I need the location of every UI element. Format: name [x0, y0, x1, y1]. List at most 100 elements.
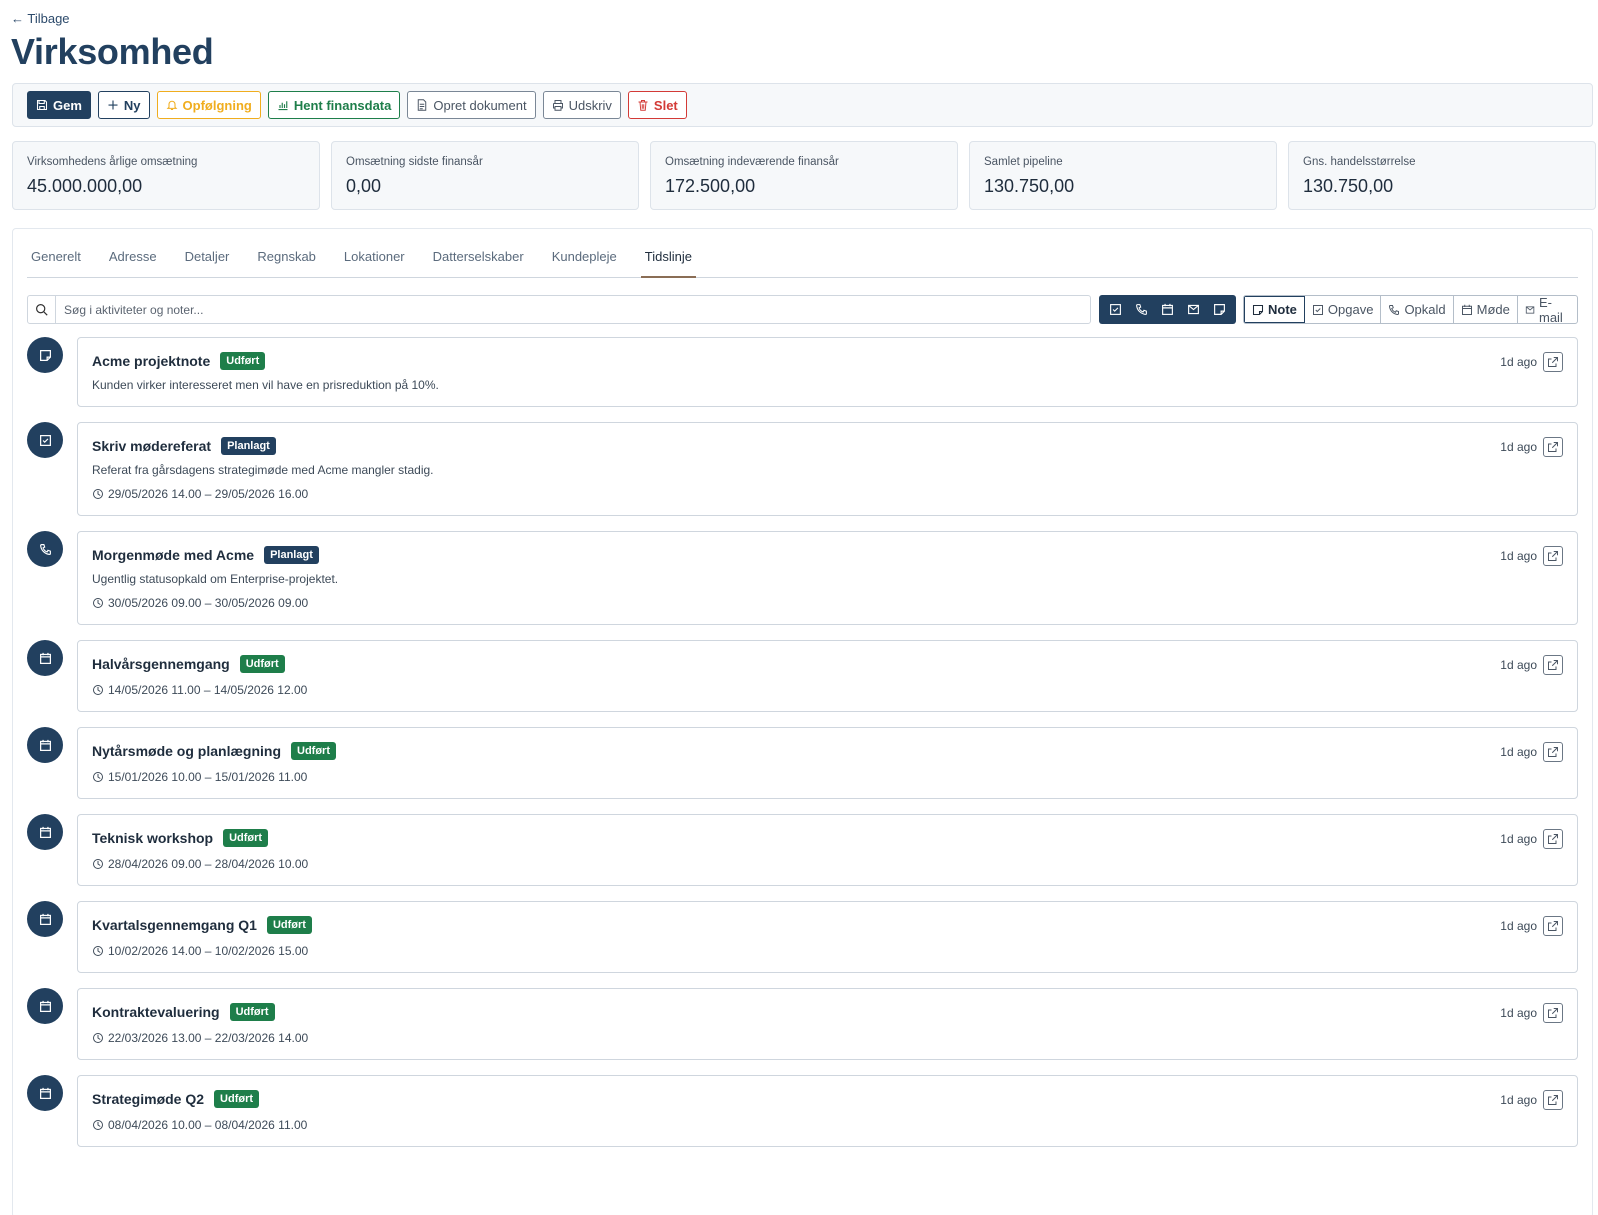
card-header: Acme projektnote Udført [92, 352, 1563, 370]
note-icon [1252, 304, 1264, 315]
tab-detaljer[interactable]: Detaljer [181, 249, 234, 278]
save-button[interactable]: Gem [27, 91, 91, 119]
delete-button[interactable]: Slet [627, 91, 687, 119]
card-time-range: 22/03/2026 13.00 – 22/03/2026 14.00 [108, 1031, 309, 1045]
new-button[interactable]: Ny [97, 91, 150, 119]
timeline-card[interactable]: Acme projektnote Udført Kunden virker inte… [77, 337, 1578, 407]
search-icon [28, 296, 56, 323]
card-header: Halvårsgennemgang Udført [92, 655, 1563, 673]
fetch-finance-button[interactable]: Hent finansdata [267, 91, 401, 119]
new-task-label: Opgave [1327, 302, 1374, 317]
clock-icon [93, 489, 103, 499]
timeline-card[interactable]: Strategimøde Q2 Udført 08/04/2026 10.00 – … [77, 1075, 1578, 1147]
timeline-card[interactable]: Skriv mødereferat Planlagt Referat fra går… [77, 422, 1578, 516]
calendar-icon [27, 901, 63, 937]
timeline-card[interactable]: Halvårsgennemgang Udført 14/05/2026 11.00 … [77, 640, 1578, 712]
open-external-icon[interactable] [1543, 1003, 1563, 1023]
tab-lokationer[interactable]: Lokationer [340, 249, 409, 278]
timeline-item: Skriv mødereferat Planlagt Referat fra går… [27, 422, 1578, 516]
relative-time: 1d ago [1500, 919, 1537, 933]
card-time: 22/03/2026 13.00 – 22/03/2026 14.00 [92, 1031, 1563, 1045]
create-document-button-label: Opret dokument [433, 97, 527, 113]
open-external-icon[interactable] [1543, 352, 1563, 372]
card-meta: 1d ago [1500, 352, 1563, 372]
timeline-card[interactable]: Teknisk workshop Udført 28/04/2026 09.00 –… [77, 814, 1578, 886]
stat-label: Omsætning indeværende finansår [665, 156, 839, 168]
timeline-card[interactable]: Morgenmøde med Acme Planlagt Ugentlig stat… [77, 531, 1578, 625]
tab-regnskab[interactable]: Regnskab [253, 249, 320, 278]
status-badge: Udført [229, 1003, 275, 1021]
phone-icon [1389, 304, 1400, 315]
delete-button-label: Slet [653, 97, 678, 113]
create-document-button[interactable]: Opret dokument [407, 91, 536, 119]
open-external-icon[interactable] [1543, 437, 1563, 457]
card-time-range: 08/04/2026 10.00 – 08/04/2026 11.00 [108, 1118, 308, 1132]
new-call-button[interactable]: Opkald [1381, 296, 1454, 323]
followup-button[interactable]: Opfølgning [156, 91, 261, 119]
task-icon [27, 422, 63, 458]
calendar-filter-icon[interactable] [1159, 302, 1175, 318]
mail-filter-icon[interactable] [1185, 302, 1201, 318]
task-filter-icon[interactable] [1108, 302, 1124, 318]
tab-datterselskaber[interactable]: Datterselskaber [429, 249, 528, 278]
card-title: Nytårsmøde og planlægning [92, 743, 282, 759]
stat-card: Omsætning sidste finansår 0,00 [331, 141, 639, 210]
stat-card: Omsætning indeværende finansår 172.500,0… [650, 141, 958, 210]
card-meta: 1d ago [1500, 437, 1563, 457]
card-meta: 1d ago [1500, 829, 1563, 849]
calendar-icon [27, 640, 63, 676]
new-meeting-label: Møde [1476, 302, 1510, 317]
open-external-icon[interactable] [1543, 655, 1563, 675]
card-meta: 1d ago [1500, 1003, 1563, 1023]
search-input[interactable] [56, 302, 1090, 317]
card-time: 28/04/2026 09.00 – 28/04/2026 10.00 [92, 857, 1563, 871]
print-button[interactable]: Udskriv [542, 91, 621, 119]
timeline-card[interactable]: Kvartalsgennemgang Q1 Udført 10/02/2026 14… [77, 901, 1578, 973]
new-task-button[interactable]: Opgave [1305, 296, 1382, 323]
open-external-icon[interactable] [1543, 1090, 1563, 1110]
action-toolbar: Gem Ny Opfølgning Hent finansdata Opret … [12, 83, 1593, 127]
mail-icon [1525, 305, 1535, 314]
stat-label: Virksomhedens årlige omsætning [27, 156, 198, 168]
new-email-label: E-mail [1538, 295, 1563, 324]
card-time: 10/02/2026 14.00 – 10/02/2026 15.00 [92, 944, 1563, 958]
followup-button-label: Opfølgning [182, 97, 252, 113]
timeline-card[interactable]: Nytårsmøde og planlægning Udført 15/01/202… [77, 727, 1578, 799]
note-filter-icon[interactable] [1211, 302, 1227, 318]
card-title: Kontraktevaluering [92, 1004, 220, 1020]
timeline-card[interactable]: Kontraktevaluering Udført 22/03/2026 13.00… [77, 988, 1578, 1060]
clock-icon [93, 772, 103, 782]
open-external-icon[interactable] [1543, 742, 1563, 762]
tab-adresse[interactable]: Adresse [105, 249, 161, 278]
clock-icon [93, 946, 103, 956]
card-header: Kontraktevaluering Udført [92, 1003, 1563, 1021]
card-time: 14/05/2026 11.00 – 14/05/2026 12.00 [92, 683, 1563, 697]
open-external-icon[interactable] [1543, 546, 1563, 566]
stats-row: Virksomhedens årlige omsætning 45.000.00… [12, 141, 1596, 210]
card-meta: 1d ago [1500, 1090, 1563, 1110]
card-time-range: 28/04/2026 09.00 – 28/04/2026 10.00 [108, 857, 309, 871]
card-meta: 1d ago [1500, 546, 1563, 566]
clock-icon [93, 598, 103, 608]
phone-filter-icon[interactable] [1134, 302, 1150, 318]
timeline-item: Halvårsgennemgang Udført 14/05/2026 11.00 … [27, 640, 1578, 712]
tab-generelt[interactable]: Generelt [27, 249, 85, 278]
calendar-icon [27, 988, 63, 1024]
bar-chart-icon [278, 101, 288, 111]
back-link[interactable]: ← Tilbage [11, 11, 70, 26]
plus-icon [108, 100, 118, 110]
card-header: Kvartalsgennemgang Q1 Udført [92, 916, 1563, 934]
stat-value: 45.000.000,00 [27, 176, 143, 196]
open-external-icon[interactable] [1543, 829, 1563, 849]
stat-value: 130.750,00 [1303, 176, 1394, 196]
open-external-icon[interactable] [1543, 916, 1563, 936]
new-note-button[interactable]: Note [1244, 296, 1305, 323]
new-meeting-button[interactable]: Møde [1454, 296, 1518, 323]
new-email-button[interactable]: E-mail [1518, 296, 1577, 323]
card-description: Referat fra gårsdagens strategimøde med … [92, 463, 434, 477]
tab-tidslinje[interactable]: Tidslinje [640, 249, 696, 278]
activity-search [27, 295, 1091, 324]
status-badge: Udført [291, 742, 337, 760]
tab-kundepleje[interactable]: Kundepleje [548, 249, 621, 278]
card-time-range: 30/05/2026 09.00 – 30/05/2026 09.00 [108, 596, 309, 610]
